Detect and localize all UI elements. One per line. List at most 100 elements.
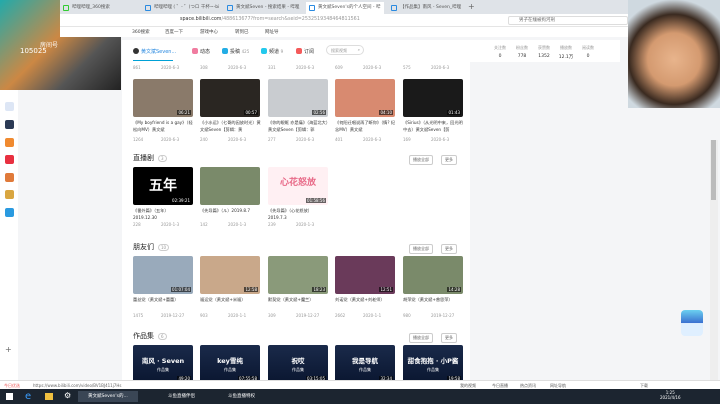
tab-label: 【作品集】南风 - Seven_哔哩	[400, 5, 462, 10]
video-thumbnail[interactable]: 甜食抱抱 · 小P酱 作品集 19:58	[403, 345, 463, 383]
scrollbar[interactable]	[710, 140, 718, 380]
space-nav: 黄文斌Seven... 动态 投稿 425 频道 9 订阅 搜索视频 ⌕ 关注数 0…	[122, 40, 620, 62]
view-count: 331	[268, 65, 276, 70]
user-name[interactable]: 黄文斌Seven...	[133, 48, 176, 55]
clock[interactable]: 1:25 2021/4/16	[660, 390, 681, 400]
tab-label: 哔哩哔哩 ( ゜- ゜)つロ 干杯~-bi	[154, 5, 220, 10]
play-all-button[interactable]: 播放全部	[409, 155, 433, 165]
nav-uploads[interactable]: 投稿 425	[222, 48, 249, 55]
bookmark[interactable]: 百度一下	[165, 29, 183, 35]
video-title[interactable]: 胡萍党（黄文斌+曾思萍）	[403, 296, 465, 303]
video-thumbnail[interactable]: 祝哎 作品集 03:15:05	[268, 345, 328, 383]
video-title[interactable]: 《先导篇》（ル）2019.8.7	[200, 207, 262, 214]
bookmark[interactable]: 转到已	[235, 29, 249, 35]
scrollbar-thumb[interactable]	[711, 140, 716, 200]
taskbar-douyu-privilege[interactable]: 斗鱼直播特权	[218, 391, 268, 402]
add-icon[interactable]: +	[5, 345, 12, 354]
video-title[interactable]: 《你的眼眶 亦是痛》（海蓝北大）黄文斌Seven【剪辑：郭	[268, 119, 330, 133]
game-icon[interactable]	[5, 190, 14, 199]
tab-space[interactable]: 黄文斌Seven's的个人空间 - 哔	[306, 2, 384, 14]
taskbar-douyu-companion[interactable]: 斗鱼直播伴侣	[158, 391, 208, 402]
duration: 00:57	[244, 110, 258, 115]
video-thumbnail[interactable]: 五年 02:39:21	[133, 167, 193, 205]
video-title[interactable]: 《My boyfriend is a gay》（轻松向MV）黄文斌	[133, 119, 195, 133]
bookmark[interactable]: 360搜索	[132, 29, 150, 35]
video-thumbnail[interactable]: 02:56	[268, 79, 328, 117]
section-count: 6	[158, 333, 167, 340]
view-count: 308	[200, 65, 208, 70]
settings-icon[interactable]: ⚙	[64, 391, 71, 400]
view-count: 609	[335, 65, 343, 70]
tab-icon	[309, 5, 315, 11]
video-thumbnail[interactable]: 南风 · Seven 作品集 49:20	[133, 345, 193, 383]
tab-icon	[63, 5, 69, 11]
video-thumbnail[interactable]: 心花怒放 01:58:56	[268, 167, 328, 205]
video-title[interactable]: 《Sirius》（从光明中来，回光明中去）黄文斌Seven【剪	[403, 119, 465, 133]
tab-works[interactable]: 【作品集】南风 - Seven_哔哩	[388, 2, 466, 14]
video-thumbnail[interactable]: 01:07:04	[133, 256, 193, 294]
video-thumbnail[interactable]: 14:28	[403, 256, 463, 294]
taskbar-browser[interactable]: 黄文斌Seven's的...	[78, 391, 138, 402]
video-title[interactable]: 《番外篇》（五年）	[133, 207, 195, 214]
video-thumbnail[interactable]: 04:10	[335, 79, 395, 117]
browser-tab-bar: 哔哩哔哩_360搜索 哔哩哔哩 ( ゜- ゜)つロ 干杯~-bi 黄文斌Seve…	[60, 0, 720, 14]
nav-channels[interactable]: 频道 9	[261, 48, 283, 55]
view-count: 861	[133, 65, 141, 70]
tab-search[interactable]: 黄文斌Seven - 搜索结果 - 哔哩	[224, 2, 302, 14]
video-thumbnail[interactable]: 12:51	[335, 256, 395, 294]
video-thumbnail[interactable]: 我是导航 作品集 32:34	[335, 345, 395, 383]
video-thumbnail[interactable]: 00:57	[200, 79, 260, 117]
content-card: 861 2020-6-3 308 2020-6-3 331 2020-6-3 609 2020…	[122, 62, 470, 383]
work-tag: 作品集	[292, 367, 304, 372]
view-count: 309	[268, 313, 276, 318]
play-all-button[interactable]: 播放全部	[409, 244, 433, 254]
app-icon[interactable]	[5, 138, 14, 147]
new-tab-icon[interactable]: +	[468, 2, 475, 11]
work-title: 祝哎	[291, 357, 305, 365]
view-count: 2662	[335, 313, 346, 318]
video-search-input[interactable]: 搜索视频 ⌕	[326, 45, 364, 55]
video-thumbnail[interactable]	[200, 167, 260, 205]
video-title[interactable]: 刘诺党（黄文斌+刘老师）	[335, 296, 397, 303]
video-subtitle: 2019.7.3	[268, 215, 287, 220]
edge-icon[interactable]: e	[25, 391, 31, 402]
duration: 12:51	[379, 287, 393, 292]
publish-date: 2020-1-1	[363, 313, 382, 318]
tab-bilibili[interactable]: 哔哩哔哩 ( ゜- ゜)つロ 干杯~-bi	[142, 2, 220, 14]
windows-start-icon[interactable]	[6, 393, 13, 400]
doc-icon[interactable]	[5, 102, 14, 111]
browser-search-input[interactable]: 男子在缅被拘河刑	[508, 16, 628, 25]
work-tag: 作品集	[224, 367, 236, 372]
video-title[interactable]: 《小水运》（七哥的因放时光）黄文斌Seven【剪辑：黄	[200, 119, 262, 133]
video-title[interactable]: 蕾丝党（黄文斌+蕾蕾）	[133, 296, 195, 303]
bookmark[interactable]: 网址导	[265, 29, 279, 35]
tab-360[interactable]: 哔哩哔哩_360搜索	[60, 2, 138, 14]
stat-plays: 播放数 12.1万	[558, 45, 574, 60]
bookmarks-bar: 360搜索 百度一下 游戏中心 转到已 网址导	[60, 27, 720, 37]
url-field[interactable]: space.bilibili.com/488613677?from=search…	[180, 17, 360, 22]
app-icon[interactable]	[5, 155, 14, 164]
video-thumbnail[interactable]: 01:43	[403, 79, 463, 117]
video-title[interactable]: 默契党（黄文斌+魔兰）	[268, 296, 330, 303]
bookmark[interactable]: 游戏中心	[200, 29, 218, 35]
video-thumbnail[interactable]: 06:21	[133, 79, 193, 117]
video-thumbnail[interactable]: key雪纯 作品集 07:55:58	[200, 345, 260, 383]
play-all-button[interactable]: 播放全部	[409, 333, 433, 343]
video-title[interactable]: 《先导篇》（心花怒放）	[268, 207, 330, 214]
app-icon[interactable]	[5, 208, 14, 217]
video-title[interactable]: 福运党（黄文斌+米福）	[200, 296, 262, 303]
folder-icon[interactable]	[45, 393, 53, 400]
video-thumbnail[interactable]: 18:23	[268, 256, 328, 294]
video-title[interactable]: 《何阳迁唱说再了断你》（情? 纪念MV）黄文斌	[335, 119, 397, 133]
address-bar[interactable]: space.bilibili.com/488613677?from=search…	[60, 14, 720, 27]
mascot-icon[interactable]	[681, 310, 703, 336]
more-button[interactable]: 更多	[441, 333, 457, 343]
app-icon[interactable]	[5, 120, 14, 129]
publish-date: 2020-1-3	[161, 222, 180, 227]
nav-subscriptions[interactable]: 订阅	[296, 48, 314, 55]
more-button[interactable]: 更多	[441, 155, 457, 165]
nav-dynamic[interactable]: 动态	[192, 48, 210, 55]
video-thumbnail[interactable]: 12:58	[200, 256, 260, 294]
more-button[interactable]: 更多	[441, 244, 457, 254]
game-icon[interactable]	[5, 173, 14, 182]
